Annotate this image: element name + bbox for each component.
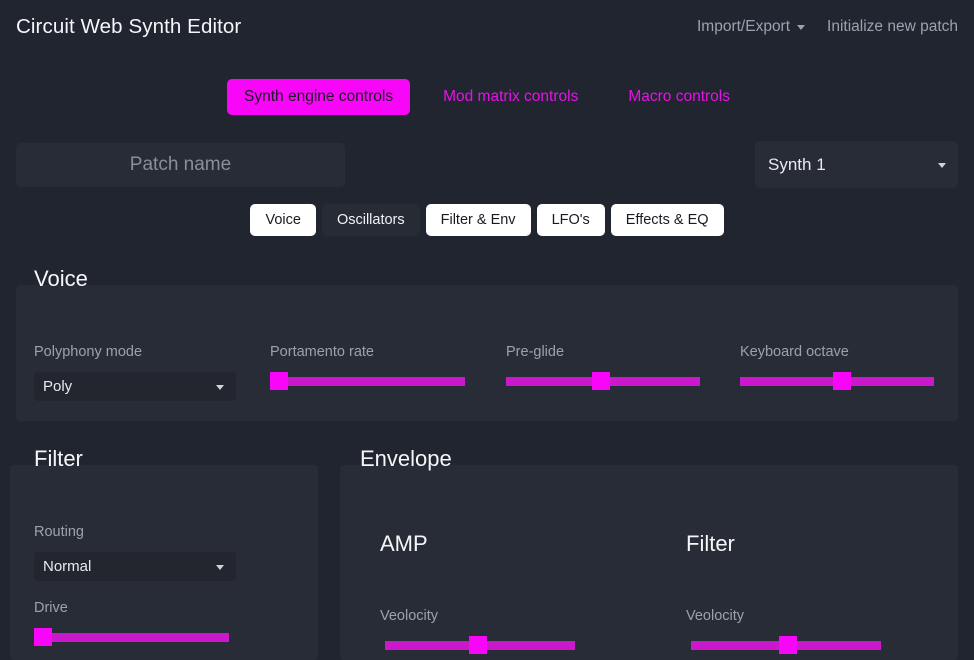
initialize-new-patch-button[interactable]: Initialize new patch bbox=[827, 18, 958, 36]
subtab-voice[interactable]: Voice bbox=[250, 204, 316, 236]
slider-thumb[interactable] bbox=[34, 628, 52, 646]
subtab-filter-env[interactable]: Filter & Env bbox=[425, 204, 531, 236]
synth-select[interactable]: Synth 1 bbox=[755, 141, 958, 188]
chevron-down-icon bbox=[938, 162, 946, 168]
envelope-panel-title: Envelope bbox=[360, 446, 452, 471]
polyphony-mode-value: Poly bbox=[43, 378, 73, 395]
sub-tab-bar: Voice Oscillators Filter & Env LFO's Eff… bbox=[0, 204, 974, 236]
tab-synth-engine-controls[interactable]: Synth engine controls bbox=[227, 79, 411, 115]
drive-slider[interactable] bbox=[34, 628, 229, 646]
top-nav: Import/Export Initialize new patch bbox=[697, 18, 958, 36]
filter-panel-title: Filter bbox=[34, 446, 83, 471]
filter-velocity-label: Veolocity bbox=[686, 608, 745, 624]
polyphony-mode-select[interactable]: Poly bbox=[34, 372, 236, 401]
synth-select-value: Synth 1 bbox=[768, 154, 826, 174]
slider-track bbox=[270, 377, 465, 386]
chevron-down-icon bbox=[216, 384, 224, 390]
slider-thumb[interactable] bbox=[592, 372, 611, 390]
slider-thumb[interactable] bbox=[833, 372, 852, 390]
patch-row: Synth 1 bbox=[0, 141, 974, 188]
import-export-menu[interactable]: Import/Export bbox=[697, 18, 806, 36]
envelope-panel bbox=[340, 465, 958, 660]
portamento-rate-label: Portamento rate bbox=[270, 344, 374, 360]
top-bar: Circuit Web Synth Editor Import/Export I… bbox=[0, 0, 974, 54]
main-tab-bar: Synth engine controls Mod matrix control… bbox=[0, 79, 974, 115]
pre-glide-label: Pre-glide bbox=[506, 344, 565, 360]
amp-velocity-slider[interactable] bbox=[385, 636, 575, 654]
chevron-down-icon bbox=[216, 564, 224, 570]
filter-velocity-control: Veolocity bbox=[686, 608, 881, 654]
filter-velocity-slider[interactable] bbox=[691, 636, 881, 654]
import-export-label: Import/Export bbox=[697, 18, 791, 35]
keyboard-octave-slider[interactable] bbox=[740, 372, 934, 390]
routing-select[interactable]: Normal bbox=[34, 552, 236, 581]
pre-glide-slider[interactable] bbox=[506, 372, 700, 390]
slider-thumb[interactable] bbox=[270, 372, 288, 390]
subtab-lfos[interactable]: LFO's bbox=[536, 204, 605, 236]
drive-label: Drive bbox=[34, 600, 68, 616]
polyphony-mode-label: Polyphony mode bbox=[34, 344, 143, 360]
amp-velocity-label: Veolocity bbox=[380, 608, 439, 624]
initialize-new-patch-label: Initialize new patch bbox=[827, 18, 958, 35]
amp-velocity-control: Veolocity bbox=[380, 608, 575, 654]
voice-panel-title: Voice bbox=[34, 266, 88, 291]
subtab-oscillators[interactable]: Oscillators bbox=[321, 204, 420, 236]
envelope-amp-heading: AMP bbox=[380, 531, 428, 556]
keyboard-octave-label: Keyboard octave bbox=[740, 344, 849, 360]
patch-name-input[interactable] bbox=[16, 143, 345, 187]
slider-thumb[interactable] bbox=[469, 636, 488, 654]
drive-control: Drive bbox=[34, 600, 229, 646]
envelope-filter-heading: Filter bbox=[686, 531, 735, 556]
routing-value: Normal bbox=[43, 558, 92, 575]
slider-thumb[interactable] bbox=[778, 636, 797, 654]
slider-track bbox=[34, 633, 229, 642]
app-title: Circuit Web Synth Editor bbox=[16, 15, 242, 38]
chevron-down-icon bbox=[797, 24, 806, 30]
routing-control: Routing Normal bbox=[34, 524, 236, 581]
portamento-rate-slider[interactable] bbox=[270, 372, 465, 390]
routing-label: Routing bbox=[34, 524, 84, 540]
tab-mod-matrix-controls[interactable]: Mod matrix controls bbox=[426, 79, 595, 115]
app-root: Circuit Web Synth Editor Import/Export I… bbox=[0, 0, 974, 660]
tab-macro-controls[interactable]: Macro controls bbox=[611, 79, 747, 115]
subtab-effects-eq[interactable]: Effects & EQ bbox=[610, 204, 724, 236]
